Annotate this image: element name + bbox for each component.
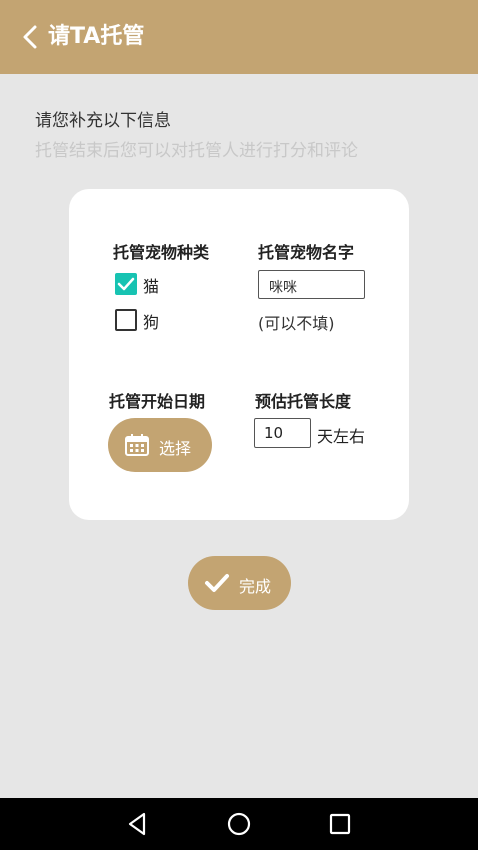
dog-checkbox[interactable] xyxy=(115,309,137,331)
home-circle-icon[interactable] xyxy=(225,810,253,838)
recents-square-icon[interactable] xyxy=(326,810,354,838)
cat-option-label[interactable]: 猫 xyxy=(143,273,159,297)
done-button[interactable]: 完成 xyxy=(188,556,291,610)
app-bar: 请TA托管 xyxy=(0,0,478,74)
pet-type-label: 托管宠物种类 xyxy=(113,243,210,262)
pet-name-input[interactable]: 咪咪 xyxy=(258,270,365,299)
duration-input[interactable]: 10 xyxy=(254,418,311,448)
done-label: 完成 xyxy=(239,577,272,596)
form-card: 托管宠物种类 猫 狗 托管宠物名字 咪咪 (可以不填) 托管开始日期 选择 预估… xyxy=(69,189,409,520)
duration-label: 预估托管长度 xyxy=(255,392,352,411)
check-icon xyxy=(117,277,135,291)
start-date-label: 托管开始日期 xyxy=(109,392,206,411)
cat-checkbox[interactable] xyxy=(115,273,137,295)
page-title: 请TA托管 xyxy=(48,24,145,49)
duration-unit: 天左右 xyxy=(317,427,366,446)
pet-name-label: 托管宠物名字 xyxy=(258,243,355,262)
check-icon xyxy=(205,574,229,592)
calendar-icon xyxy=(125,434,149,456)
pet-name-hint: (可以不填) xyxy=(258,314,335,333)
dog-option-label[interactable]: 狗 xyxy=(143,309,159,333)
chevron-left-icon[interactable] xyxy=(20,24,42,50)
select-date-label: 选择 xyxy=(159,439,192,458)
intro-subtext: 托管结束后您可以对托管人进行打分和评论 xyxy=(35,141,358,161)
select-date-button[interactable]: 选择 xyxy=(108,418,212,472)
system-nav-bar xyxy=(0,798,478,850)
intro-text: 请您补充以下信息 xyxy=(35,111,171,131)
back-triangle-icon[interactable] xyxy=(124,810,152,838)
